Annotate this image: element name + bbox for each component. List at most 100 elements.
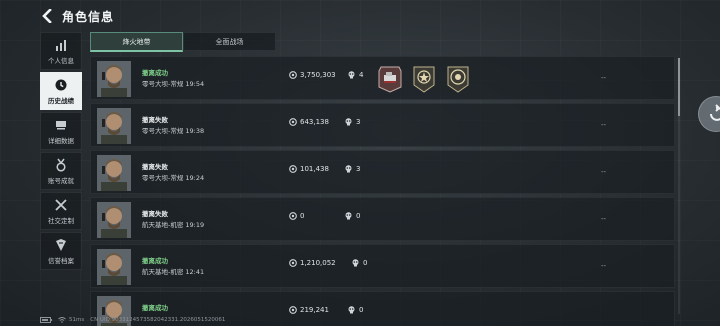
ping-readout: 51ms	[69, 317, 85, 323]
asset-value: 0	[300, 212, 305, 220]
sidebar-item-personal-info[interactable]: 个人信息	[40, 32, 82, 70]
skull-icon	[348, 306, 355, 314]
sidebar-item-label: 信誉档案	[48, 256, 74, 265]
map-and-time: 零号大坝-常规 19:24	[142, 174, 205, 182]
extraction-status: 撤离失败	[142, 116, 168, 124]
sidebar-item-credit-file[interactable]: 信誉档案	[40, 232, 82, 270]
page-header: 角色信息	[38, 6, 114, 26]
match-record-row[interactable]: 撤离失败 零号大坝-常规 19:38 643,138 3 --	[90, 103, 675, 147]
sidebar-item-social[interactable]: 社交定制	[40, 192, 82, 230]
kills-group: 3	[345, 165, 360, 173]
value-group: 1,210,052	[289, 259, 336, 267]
vehicle-badge-icon[interactable]	[377, 65, 403, 93]
operator-avatar	[97, 155, 131, 191]
sidebar-item-label: 详细数据	[48, 136, 74, 145]
extraction-status: 撤离成功	[142, 69, 168, 77]
kills-group: 3	[345, 118, 360, 126]
operator-avatar	[97, 108, 131, 144]
asset-value: 101,438	[300, 165, 329, 173]
tools-icon	[55, 198, 67, 211]
asset-value: 3,750,303	[300, 71, 336, 79]
kills-group: 4	[348, 71, 363, 79]
badge-group	[377, 65, 471, 93]
coin-icon	[289, 118, 297, 126]
operator-avatar	[97, 249, 131, 285]
match-history-list[interactable]: 撤离成功 零号大坝-常规 19:54 3,750,303 4 -- 撤离失败 零…	[90, 56, 675, 326]
map-and-time: 零号大坝-常规 19:38	[142, 127, 205, 135]
back-button[interactable]	[38, 7, 56, 25]
kills-group: 0	[348, 306, 363, 314]
clock-icon	[55, 79, 67, 90]
kills-group: 0	[352, 259, 367, 267]
map-and-time: 零号大坝-常规 19:54	[142, 80, 205, 88]
skull-icon	[345, 212, 352, 220]
bar-chart-icon	[56, 39, 66, 51]
result-placeholder: --	[601, 215, 607, 223]
asset-value: 219,241	[300, 306, 329, 314]
refresh-icon	[710, 104, 720, 121]
result-placeholder: --	[601, 262, 607, 270]
sidebar: 个人信息 历史战绩 详细数据 账号成就 社交定制 信誉档案	[40, 32, 82, 272]
match-record-row[interactable]: 撤离成功 零号大坝-常规 19:54 3,750,303 4 --	[90, 56, 675, 100]
uid-readout: CN UID:9033124573582042331.2026051520061	[90, 317, 226, 323]
sidebar-item-label: 个人信息	[48, 56, 74, 65]
wreath-emblem-badge-icon[interactable]	[445, 65, 471, 93]
kill-count: 3	[356, 165, 361, 173]
sidebar-item-label: 社交定制	[48, 216, 74, 225]
value-group: 3,750,303	[289, 71, 336, 79]
extraction-status: 撤离成功	[142, 304, 168, 312]
extraction-status: 撤离失败	[142, 163, 168, 171]
map-and-time: 航天基地-机密 19:19	[142, 221, 205, 229]
match-record-row[interactable]: 撤离失败 航天基地-机密 19:19 0 0 --	[90, 197, 675, 241]
asset-value: 643,138	[300, 118, 329, 126]
result-placeholder: --	[601, 74, 607, 82]
tab-operations-zone[interactable]: 烽火地带	[90, 32, 183, 52]
value-group: 0	[289, 212, 304, 220]
sidebar-item-label: 历史战绩	[48, 96, 74, 105]
operator-avatar	[97, 202, 131, 238]
coin-icon	[289, 212, 297, 220]
data-cards-icon	[56, 120, 66, 129]
skull-icon	[352, 259, 359, 267]
star-emblem-badge-icon[interactable]	[411, 65, 437, 93]
kill-count: 3	[356, 118, 361, 126]
kills-group: 0	[345, 212, 360, 220]
sidebar-item-history[interactable]: 历史战绩	[40, 72, 82, 110]
wifi-icon	[58, 317, 66, 323]
map-and-time: 航天基地-机密 12:41	[142, 268, 205, 276]
value-group: 219,241	[289, 306, 329, 314]
status-footer: 51ms CN UID:9033124573582042331.20260515…	[40, 317, 231, 323]
scrollbar-thumb[interactable]	[678, 58, 680, 116]
tab-full-battlefield[interactable]: 全面战场	[183, 32, 276, 51]
mode-tabs: 烽火地带 全面战场	[90, 32, 276, 52]
sidebar-item-label: 账号成就	[48, 176, 74, 185]
sidebar-item-detailed-data[interactable]: 详细数据	[40, 112, 82, 150]
value-group: 101,438	[289, 165, 329, 173]
sidebar-item-achievements[interactable]: 账号成就	[40, 152, 82, 190]
result-placeholder: --	[601, 121, 607, 129]
floating-assist-button[interactable]	[698, 96, 720, 132]
chevron-left-icon	[42, 9, 52, 23]
trust-shield-icon	[56, 238, 66, 251]
skull-icon	[348, 71, 355, 79]
coin-icon	[289, 259, 297, 267]
match-record-row[interactable]: 撤离失败 零号大坝-常规 19:24 101,438 3 --	[90, 150, 675, 194]
kill-count: 4	[359, 71, 364, 79]
list-scrollbar[interactable]	[678, 58, 680, 314]
skull-icon	[345, 165, 352, 173]
operator-avatar	[97, 61, 131, 97]
result-placeholder: --	[601, 168, 607, 176]
kill-count: 0	[359, 306, 364, 314]
extraction-status: 撤离失败	[142, 210, 168, 218]
skull-icon	[345, 118, 352, 126]
value-group: 643,138	[289, 118, 329, 126]
coin-icon	[289, 306, 297, 314]
kill-count: 0	[363, 259, 368, 267]
medal-icon	[56, 158, 66, 172]
extraction-status: 撤离成功	[142, 257, 168, 265]
match-record-row[interactable]: 撤离成功 航天基地-机密 12:41 1,210,052 0 --	[90, 244, 675, 288]
coin-icon	[289, 71, 297, 79]
kill-count: 0	[356, 212, 361, 220]
battery-icon	[40, 317, 52, 323]
page-title: 角色信息	[62, 9, 115, 24]
